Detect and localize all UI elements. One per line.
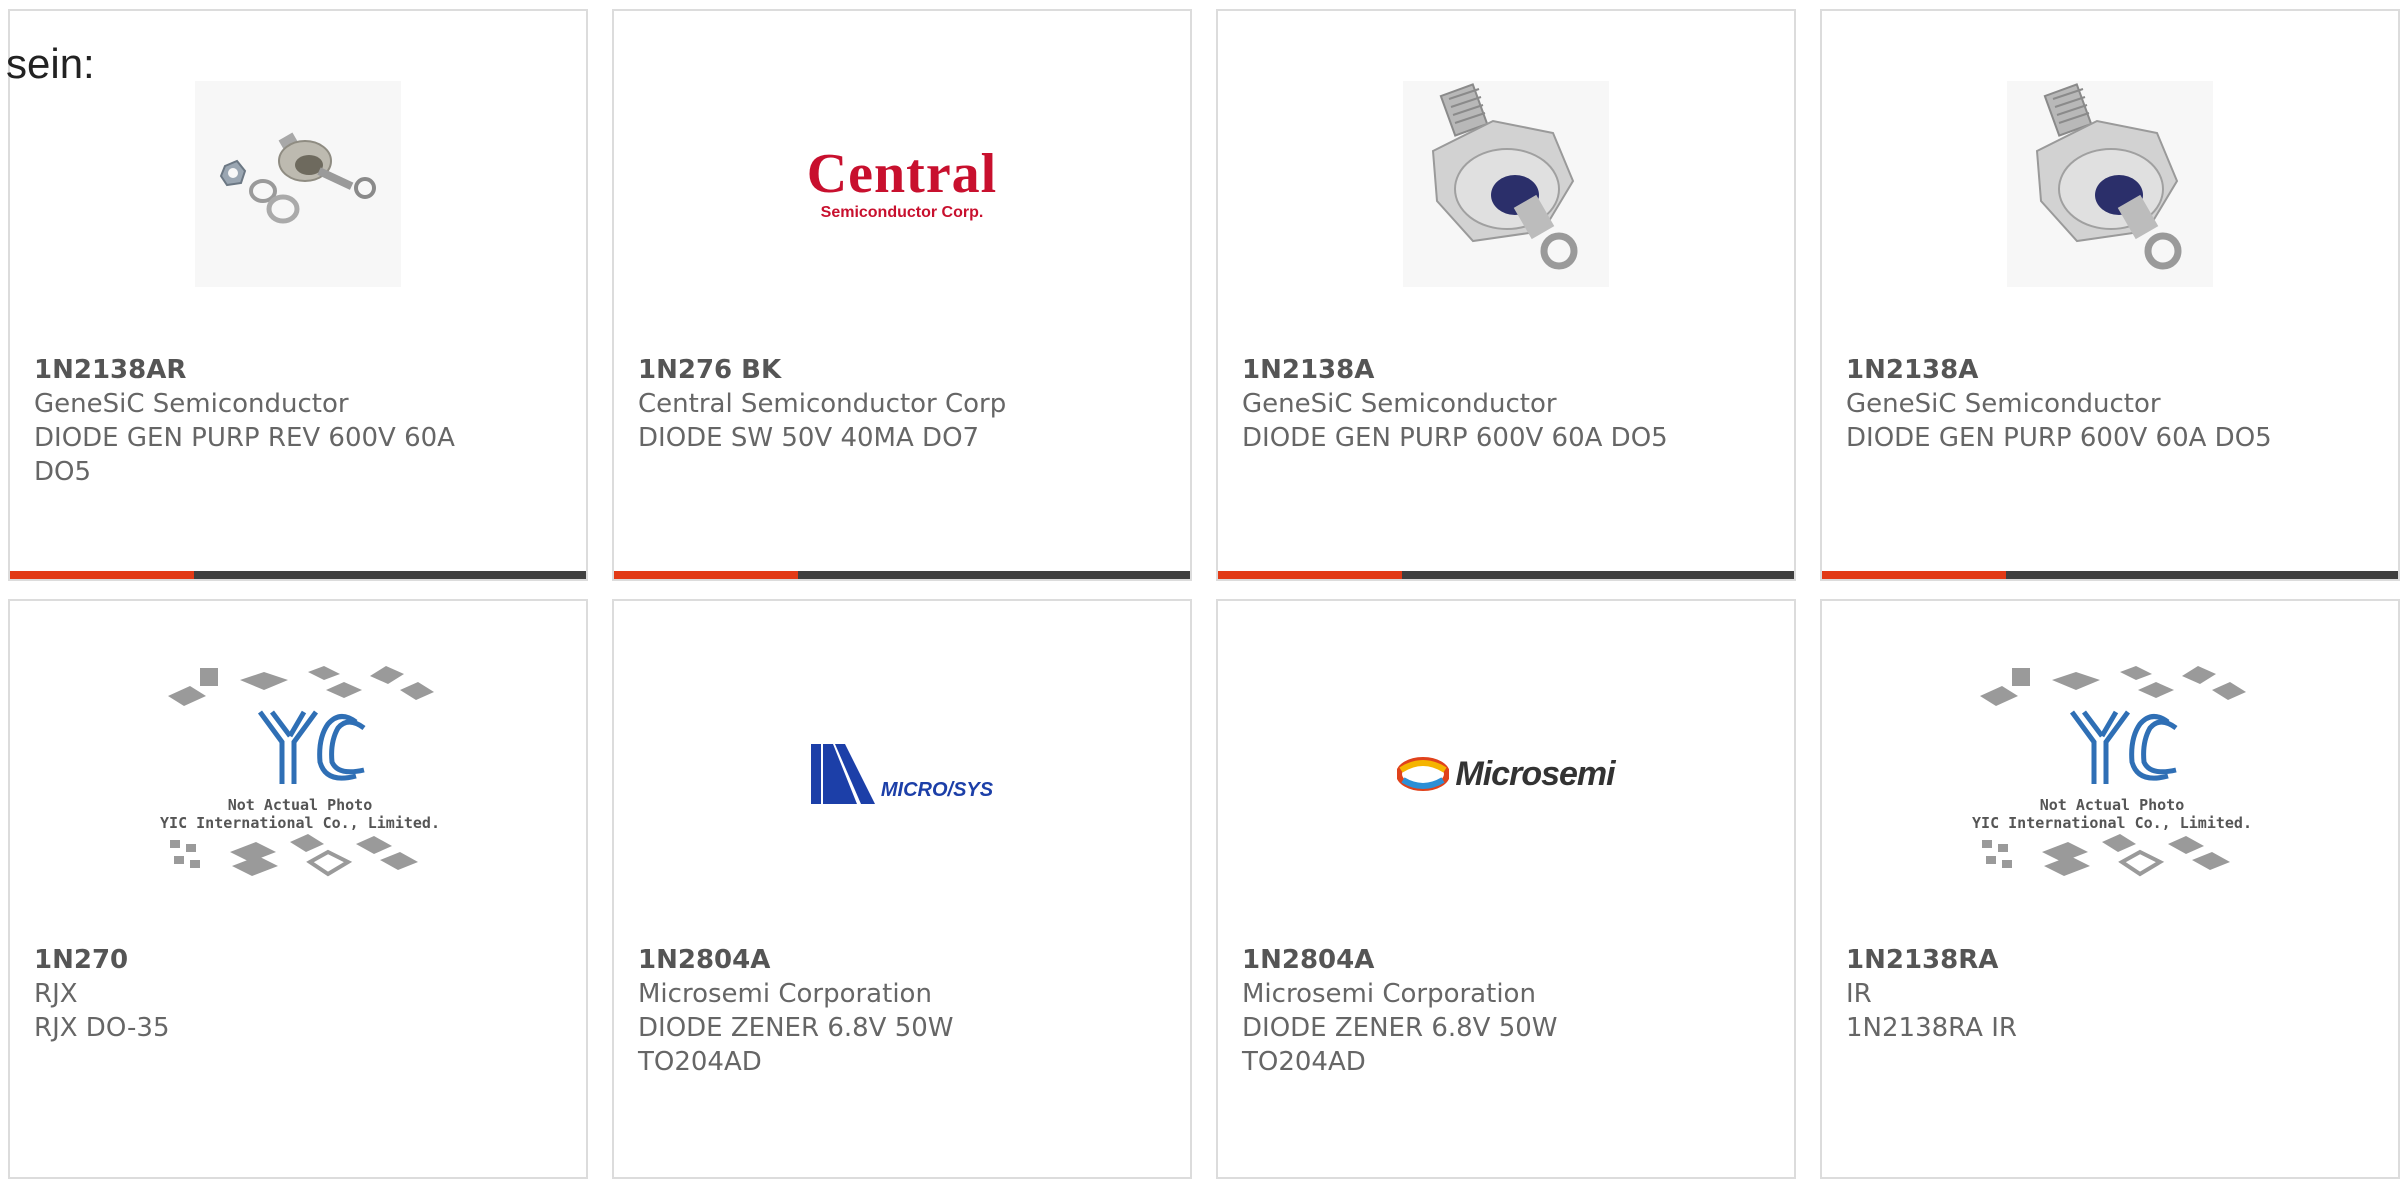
card-bottom-bar bbox=[1822, 571, 2398, 579]
manufacturer: RJX bbox=[34, 979, 78, 1009]
yic-placeholder-image[interactable]: Not Actual Photo YIC International Co., … bbox=[1972, 666, 2252, 877]
central-semiconductor-logo[interactable]: Central Semiconductor Corp. bbox=[799, 81, 1005, 287]
card-accent bbox=[614, 571, 798, 579]
part-number[interactable]: 1N276 BK bbox=[638, 353, 1170, 387]
card-accent bbox=[10, 571, 194, 579]
photo-note-line2: YIC International Co., Limited. bbox=[1972, 814, 2252, 832]
part-number[interactable]: 1N2138A bbox=[1846, 353, 2378, 387]
stud-diode-with-washers-image[interactable] bbox=[195, 81, 401, 287]
product-card[interactable]: Microsemi 1N2804A Microsemi Corporation … bbox=[1216, 599, 1796, 1179]
part-number[interactable]: 1N2138AR bbox=[34, 353, 566, 387]
manufacturer: IR bbox=[1846, 979, 1872, 1009]
card-accent bbox=[1218, 571, 1402, 579]
product-card[interactable]: Central Semiconductor Corp. 1N276 BK Cen… bbox=[612, 9, 1192, 581]
logo-big-text: Central bbox=[806, 143, 998, 205]
part-number[interactable]: 1N2138A bbox=[1242, 353, 1774, 387]
logo-text: MICRO/SYS bbox=[880, 779, 994, 801]
manufacturer: Microsemi Corporation bbox=[1242, 979, 1536, 1009]
intro-text: sein: bbox=[6, 40, 95, 87]
product-card[interactable]: 1N2138A GeneSiC Semiconductor DIODE GEN … bbox=[1216, 9, 1796, 581]
logo-text: Microsemi bbox=[1455, 754, 1615, 793]
logo-small-text: Semiconductor Corp. bbox=[820, 204, 984, 221]
description: RJX DO-35 bbox=[34, 1013, 170, 1043]
microsemi-logo[interactable]: Microsemi bbox=[1397, 671, 1616, 877]
manufacturer: Microsemi Corporation bbox=[638, 979, 932, 1009]
card-bottom-bar bbox=[1218, 571, 1794, 579]
photo-note-line1: Not Actual Photo bbox=[227, 796, 373, 814]
part-number[interactable]: 1N2804A bbox=[1242, 943, 1774, 977]
card-accent bbox=[1822, 571, 2006, 579]
product-card[interactable]: Not Actual Photo YIC International Co., … bbox=[1820, 599, 2400, 1179]
part-number[interactable]: 1N2804A bbox=[638, 943, 1170, 977]
manufacturer: GeneSiC Semiconductor bbox=[1242, 389, 1557, 419]
photo-note-line1: Not Actual Photo bbox=[2039, 796, 2185, 814]
description: DIODE SW 50V 40MA DO7 bbox=[638, 423, 980, 453]
card-bottom-bar bbox=[614, 571, 1190, 579]
description: DIODE GEN PURP REV 600V 60A DO5 bbox=[34, 423, 455, 487]
manufacturer: Central Semiconductor Corp bbox=[638, 389, 1007, 419]
description: DIODE GEN PURP 600V 60A DO5 bbox=[1242, 423, 1668, 453]
manufacturer: GeneSiC Semiconductor bbox=[1846, 389, 2161, 419]
description: DIODE ZENER 6.8V 50W TO204AD bbox=[1242, 1013, 1558, 1077]
part-number[interactable]: 1N270 bbox=[34, 943, 566, 977]
stud-diode-image[interactable] bbox=[1403, 81, 1609, 287]
description: 1N2138RA IR bbox=[1846, 1013, 2017, 1043]
product-card[interactable]: 1N2138A GeneSiC Semiconductor DIODE GEN … bbox=[1820, 9, 2400, 581]
yic-placeholder-image[interactable]: Not Actual Photo YIC International Co., … bbox=[160, 666, 440, 877]
product-card[interactable]: 1N2138AR GeneSiC Semiconductor DIODE GEN… bbox=[8, 9, 588, 581]
description: DIODE ZENER 6.8V 50W TO204AD bbox=[638, 1013, 954, 1077]
manufacturer: GeneSiC Semiconductor bbox=[34, 389, 349, 419]
product-card[interactable]: Not Actual Photo YIC International Co., … bbox=[8, 599, 588, 1179]
photo-note-line2: YIC International Co., Limited. bbox=[160, 814, 440, 832]
product-card[interactable]: MICRO/SYS 1N2804A Microsemi Corporation … bbox=[612, 599, 1192, 1179]
description: DIODE GEN PURP 600V 60A DO5 bbox=[1846, 423, 2272, 453]
stud-diode-image[interactable] bbox=[2007, 81, 2213, 287]
microsys-logo[interactable]: MICRO/SYS bbox=[799, 671, 1005, 877]
card-bottom-bar bbox=[10, 571, 586, 579]
part-number[interactable]: 1N2138RA bbox=[1846, 943, 2378, 977]
